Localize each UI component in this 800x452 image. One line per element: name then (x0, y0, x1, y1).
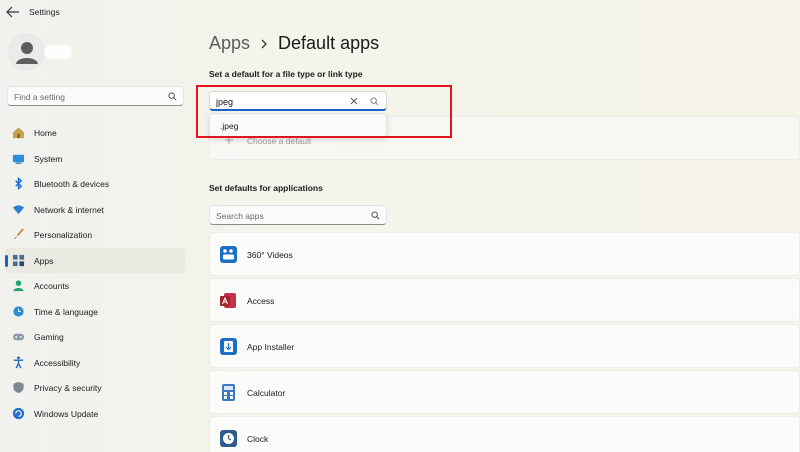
sidebar-item-time-language[interactable]: Time & language (5, 299, 185, 325)
search-apps[interactable] (209, 205, 387, 225)
access-icon (220, 293, 236, 308)
avatar[interactable] (8, 33, 46, 71)
app-installer-icon (220, 338, 237, 355)
app-list: 360° Videos Access App Installer Calcula… (209, 232, 800, 452)
find-setting-search[interactable] (7, 86, 184, 106)
home-icon (12, 127, 25, 139)
search-apps-input[interactable] (216, 209, 366, 222)
back-arrow-icon[interactable] (6, 6, 20, 18)
app-row-calculator[interactable]: Calculator (209, 370, 800, 414)
update-icon (12, 407, 25, 419)
sidebar-item-gaming[interactable]: Gaming (5, 324, 185, 350)
sidebar-item-bluetooth[interactable]: Bluetooth & devices (5, 171, 185, 197)
sidebar-item-network[interactable]: Network & internet (5, 197, 185, 223)
chevron-right-icon (261, 39, 267, 48)
app-row-access[interactable]: Access (209, 278, 800, 322)
find-setting-input[interactable] (14, 90, 164, 103)
bluetooth-icon (15, 177, 23, 190)
sidebar-item-apps[interactable]: Apps (5, 247, 185, 273)
accounts-icon (13, 280, 24, 292)
system-icon (12, 154, 25, 164)
accessibility-icon (13, 355, 24, 368)
search-icon[interactable] (168, 92, 177, 101)
gamepad-icon (12, 333, 25, 341)
shield-icon (13, 381, 24, 394)
app-title: Settings (29, 7, 60, 17)
sidebar-item-system[interactable]: System (5, 146, 185, 172)
360-videos-icon (220, 246, 237, 263)
globe-clock-icon (13, 305, 24, 317)
sidebar-item-accounts[interactable]: Accounts (5, 273, 185, 299)
search-icon[interactable] (371, 211, 380, 220)
app-row-app-installer[interactable]: App Installer (209, 324, 800, 368)
sidebar-item-personalization[interactable]: Personalization (5, 222, 185, 248)
apps-icon (12, 254, 25, 266)
selection-indicator (5, 254, 8, 267)
user-icon (16, 42, 38, 64)
title-bar: Settings (0, 0, 800, 24)
app-row-clock[interactable]: Clock (209, 416, 800, 452)
apps-section-label: Set defaults for applications (209, 183, 323, 193)
app-row-360-videos[interactable]: 360° Videos (209, 232, 800, 276)
wifi-icon (12, 204, 25, 214)
clock-icon (220, 430, 237, 447)
sidebar-item-privacy-security[interactable]: Privacy & security (5, 375, 185, 401)
sidebar-item-windows-update[interactable]: Windows Update (5, 401, 185, 427)
file-type-section-label: Set a default for a file type or link ty… (209, 69, 363, 79)
brush-icon (13, 228, 24, 240)
page-title: Default apps (278, 33, 380, 53)
sidebar-nav: Home System Bluetooth & devices Network … (5, 120, 185, 426)
breadcrumb: Apps Default apps (209, 33, 379, 54)
sidebar-item-accessibility[interactable]: Accessibility (5, 350, 185, 376)
calculator-icon (222, 384, 235, 401)
sidebar-item-home[interactable]: Home (5, 120, 185, 146)
highlight-box (196, 85, 452, 138)
profile-name (44, 45, 72, 59)
breadcrumb-parent[interactable]: Apps (209, 33, 250, 54)
